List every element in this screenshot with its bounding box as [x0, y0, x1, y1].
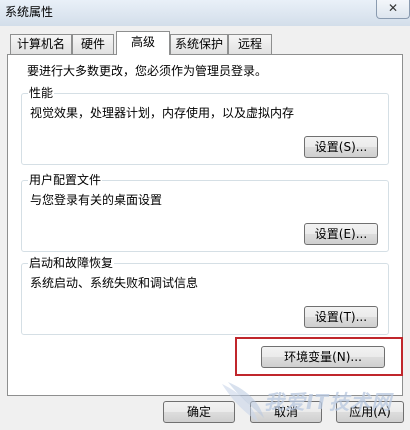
tab-computer-name[interactable]: 计算机名	[10, 34, 72, 54]
startup-recovery-title: 启动和故障恢复	[28, 256, 115, 270]
admin-notice: 要进行大多数更改，您必须作为管理员登录。	[27, 64, 268, 78]
tab-label: 计算机名	[16, 37, 65, 51]
title-bar: 系统属性 ✕	[0, 0, 410, 26]
window-title: 系统属性	[5, 5, 54, 19]
user-profiles-settings-button[interactable]: 设置(E)...	[304, 223, 378, 245]
tab-label: 硬件	[80, 37, 105, 51]
performance-settings-button[interactable]: 设置(S)...	[304, 136, 378, 158]
highlight-box	[235, 337, 403, 376]
performance-group: 性能 视觉效果，处理器计划，内存使用，以及虚拟内存 设置(S)...	[21, 86, 389, 165]
apply-button[interactable]: 应用(A)	[336, 401, 404, 423]
startup-recovery-settings-button[interactable]: 设置(T)...	[304, 306, 378, 328]
tab-remote[interactable]: 远程	[228, 34, 272, 54]
user-profiles-group: 用户配置文件 与您登录有关的桌面设置 设置(E)...	[21, 173, 389, 252]
user-profiles-description: 与您登录有关的桌面设置	[30, 193, 163, 207]
tab-label: 高级	[130, 35, 155, 49]
tab-advanced[interactable]: 高级	[116, 31, 170, 55]
performance-title: 性能	[28, 86, 55, 100]
startup-recovery-group: 启动和故障恢复 系统启动、系统失败和调试信息 设置(T)...	[21, 256, 389, 335]
tab-system-protection[interactable]: 系统保护	[170, 34, 228, 54]
user-profiles-title: 用户配置文件	[28, 173, 103, 187]
tab-label: 系统保护	[174, 37, 223, 51]
ok-button[interactable]: 确定	[163, 401, 235, 423]
tab-hardware[interactable]: 硬件	[72, 34, 114, 54]
startup-recovery-description: 系统启动、系统失败和调试信息	[30, 276, 199, 290]
tab-label: 远程	[237, 37, 262, 51]
cancel-button[interactable]: 取消	[250, 401, 322, 423]
performance-description: 视觉效果，处理器计划，内存使用，以及虚拟内存	[30, 106, 295, 120]
close-icon: ✕	[387, 1, 399, 15]
close-button[interactable]: ✕	[376, 0, 410, 19]
